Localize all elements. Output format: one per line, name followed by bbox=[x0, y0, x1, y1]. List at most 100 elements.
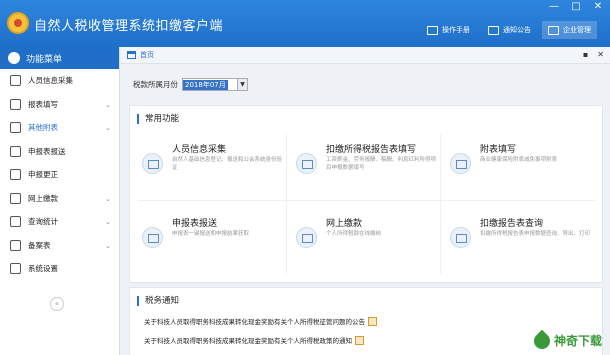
sidebar-item-report-fill[interactable]: 报表填写 ⌄ bbox=[0, 93, 119, 117]
sidebar-item-label: 申报更正 bbox=[28, 170, 58, 180]
tab-close-button[interactable]: ✕ bbox=[597, 50, 604, 59]
divider bbox=[138, 200, 596, 201]
grid-icon bbox=[10, 122, 21, 134]
function-desc: 工资薪金、劳务报酬、稿酬、利息红利所得项目申报数据填写 bbox=[326, 157, 437, 171]
function-desc: 商业健康保险附表减免事项附表 bbox=[480, 157, 558, 163]
dropdown-arrow-icon[interactable]: ▼ bbox=[237, 79, 247, 90]
sidebar-collapse-button[interactable]: « bbox=[50, 297, 64, 311]
common-functions-panel: 常用功能 人员信息采集 自然人基础信息登记、报送和公会系统身份验证 扣缴所得税报… bbox=[129, 105, 603, 283]
app-title: 自然人税收管理系统扣缴客户端 bbox=[34, 19, 224, 34]
function-desc: 扣缴所得税报告表申报数据查询、导出、打印 bbox=[480, 231, 591, 237]
magnifier-report-icon bbox=[450, 227, 471, 248]
gear-icon bbox=[10, 263, 21, 275]
watermark-text: 神奇下载 bbox=[553, 334, 602, 348]
function-title: 扣缴所得税报告表填写 bbox=[326, 145, 417, 155]
submit-icon bbox=[142, 227, 163, 248]
function-title: 申报表报送 bbox=[172, 219, 218, 229]
function-desc: 自然人基础信息登记、报送和公会系统身份验证 bbox=[172, 157, 283, 171]
function-attachment-fill[interactable]: 附表填写 商业健康保险附表减免事项附表 bbox=[442, 136, 592, 189]
sidebar-item-online-payment[interactable]: 网上缴款 ⌄ bbox=[0, 187, 119, 211]
manual-button[interactable]: 操作手册 bbox=[427, 25, 470, 35]
sidebar-header: 功能菜单 bbox=[0, 47, 119, 69]
document-icon bbox=[355, 335, 364, 345]
query-icon bbox=[10, 216, 21, 228]
notice-link[interactable]: 关于科技人员取得职务科技成果转化现金奖励有关个人所得税征管问题的公告 bbox=[144, 316, 365, 326]
payment-card-icon bbox=[296, 227, 317, 248]
mail-icon bbox=[488, 25, 499, 35]
sidebar-item-system-settings[interactable]: 系统设置 bbox=[0, 257, 119, 281]
function-online-payment[interactable]: 网上缴款 个人所得税款在线缴纳 bbox=[288, 210, 438, 263]
function-title: 人员信息采集 bbox=[172, 145, 227, 155]
book-icon bbox=[427, 25, 438, 35]
notice-label: 通知公告 bbox=[503, 26, 531, 34]
sidebar: 功能菜单 人员信息采集 报表填写 ⌄ 其他附表 ⌄ 申报表报送 申报更正 网上缴… bbox=[0, 47, 120, 355]
common-functions-title: 常用功能 bbox=[137, 114, 179, 124]
minimize-button[interactable]: — bbox=[548, 1, 560, 12]
tab-controls: ▪ ✕ bbox=[583, 50, 604, 59]
period-label: 税款所属月份 bbox=[133, 80, 178, 89]
tab-restore-button[interactable]: ▪ bbox=[583, 50, 588, 59]
person-icon bbox=[10, 75, 21, 87]
function-title: 扣缴报告表查询 bbox=[480, 219, 544, 229]
sidebar-header-label: 功能菜单 bbox=[26, 54, 63, 65]
sidebar-item-filing-table[interactable]: 备案表 ⌄ bbox=[0, 234, 119, 258]
chevron-down-icon: ⌄ bbox=[105, 124, 111, 132]
notice-item[interactable]: 关于科技人员取得职务科技成果转化现金奖励有关个人所得税政策的通知 bbox=[144, 335, 364, 345]
home-icon bbox=[127, 51, 136, 59]
company-management-label: 企业管理 bbox=[563, 26, 591, 34]
main-content: 首页 ▪ ✕ 税款所属月份 2018年07月 ▼ 常用功能 人员信息采集 自然人… bbox=[121, 47, 610, 355]
function-desc: 个人所得税款在线缴纳 bbox=[326, 231, 382, 237]
file-icon bbox=[10, 239, 21, 251]
notice-button[interactable]: 通知公告 bbox=[488, 25, 531, 35]
manual-label: 操作手册 bbox=[442, 26, 470, 34]
sidebar-item-label: 系统设置 bbox=[28, 264, 58, 274]
function-title: 网上缴款 bbox=[326, 219, 363, 229]
tax-notices-panel: 税务通知 关于科技人员取得职务科技成果转化现金奖励有关个人所得税征管问题的公告 … bbox=[129, 287, 603, 355]
form-icon bbox=[296, 153, 317, 174]
function-report-submit[interactable]: 申报表报送 申报表一键报送和申报结果获取 bbox=[134, 210, 284, 263]
period-dropdown[interactable]: 2018年07月 ▼ bbox=[182, 78, 248, 91]
watermark: 神奇下载 bbox=[530, 329, 602, 352]
leaf-logo-icon bbox=[530, 329, 554, 352]
notice-item[interactable]: 关于科技人员取得职务科技成果转化现金奖励有关个人所得税征管问题的公告 bbox=[144, 316, 377, 326]
sidebar-item-report-submit[interactable]: 申报表报送 bbox=[0, 140, 119, 164]
pen-icon bbox=[450, 153, 471, 174]
function-desc: 申报表一键报送和申报结果获取 bbox=[172, 231, 250, 237]
close-button[interactable]: ✕ bbox=[592, 1, 604, 12]
divider bbox=[440, 134, 441, 274]
notice-link[interactable]: 关于科技人员取得职务科技成果转化现金奖励有关个人所得税政策的通知 bbox=[144, 335, 352, 345]
title-bar: 自然人税收管理系统扣缴客户端 — □ ✕ 操作手册 通知公告 企业管理 bbox=[0, 0, 610, 47]
period-value: 2018年07月 bbox=[183, 80, 228, 90]
sidebar-item-label: 人员信息采集 bbox=[28, 76, 73, 86]
sidebar-item-label: 查询统计 bbox=[28, 217, 58, 227]
function-title: 附表填写 bbox=[480, 145, 517, 155]
function-person-info[interactable]: 人员信息采集 自然人基础信息登记、报送和公会系统身份验证 bbox=[134, 136, 284, 189]
chevron-down-icon: ⌄ bbox=[105, 218, 111, 226]
sidebar-item-report-correction[interactable]: 申报更正 bbox=[0, 163, 119, 187]
sidebar-item-query-stats[interactable]: 查询统计 ⌄ bbox=[0, 210, 119, 234]
sidebar-item-label: 其他附表 bbox=[28, 123, 58, 133]
chevron-down-icon: ⌄ bbox=[105, 194, 111, 203]
maximize-button[interactable]: □ bbox=[570, 1, 582, 12]
tax-notices-title: 税务通知 bbox=[137, 296, 179, 306]
sidebar-item-label: 备案表 bbox=[28, 240, 51, 250]
building-icon bbox=[548, 25, 559, 35]
function-withholding-report-fill[interactable]: 扣缴所得税报告表填写 工资薪金、劳务报酬、稿酬、利息红利所得项目申报数据填写 bbox=[288, 136, 438, 189]
divider bbox=[286, 134, 287, 274]
document-icon bbox=[368, 316, 377, 326]
sidebar-item-other-attachments[interactable]: 其他附表 ⌄ bbox=[0, 116, 119, 140]
id-card-icon bbox=[142, 153, 163, 174]
function-report-query[interactable]: 扣缴报告表查询 扣缴所得税报告表申报数据查询、导出、打印 bbox=[442, 210, 592, 263]
search-icon bbox=[10, 169, 21, 181]
sidebar-item-person-info[interactable]: 人员信息采集 bbox=[0, 69, 119, 93]
tab-home[interactable]: 首页 bbox=[140, 50, 154, 60]
folder-icon bbox=[10, 192, 21, 204]
tax-emblem-logo bbox=[7, 12, 29, 34]
edit-icon bbox=[10, 98, 21, 110]
period-selector: 税款所属月份 2018年07月 ▼ bbox=[133, 78, 248, 91]
sidebar-item-label: 申报表报送 bbox=[28, 146, 66, 156]
chevron-down-icon: ⌄ bbox=[105, 241, 111, 250]
chevron-down-icon: ⌄ bbox=[105, 100, 111, 109]
breadcrumb: 首页 ▪ ✕ bbox=[121, 47, 610, 64]
company-management-button[interactable]: 企业管理 bbox=[542, 21, 597, 39]
